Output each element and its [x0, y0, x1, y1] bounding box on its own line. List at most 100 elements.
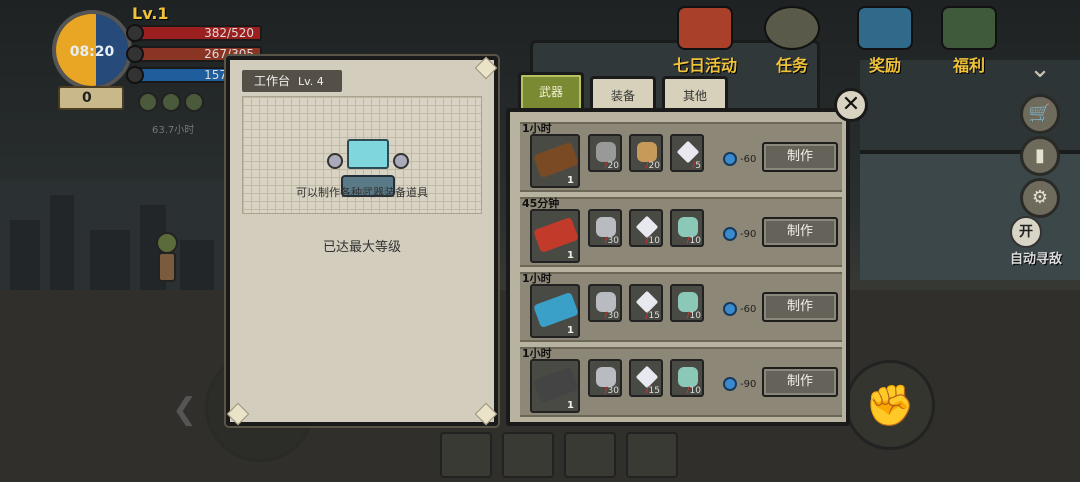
rewards-label: 奖励 [868, 56, 901, 75]
weapon-count: 1 [567, 325, 574, 336]
coin-counter: 0 [58, 86, 124, 110]
pipe-icon [596, 367, 616, 387]
material-slot[interactable]: /15 [629, 359, 663, 397]
material-need: 20 [607, 161, 619, 171]
material-slot[interactable]: /20 [588, 134, 622, 172]
stop-sign-axe-icon [533, 216, 579, 254]
material-slot[interactable]: /10 [670, 209, 704, 247]
seven-day-event-button[interactable]: 七日活动 [670, 6, 740, 76]
material-quantity: /15 [646, 386, 661, 396]
attack-fist-button[interactable]: ✊ [845, 360, 935, 450]
material-quantity: /10 [687, 236, 702, 246]
material-slot[interactable]: /15 [629, 284, 663, 322]
close-button[interactable]: ✕ [834, 88, 868, 122]
energy-cost-value: -60 [740, 154, 757, 165]
material-need: 10 [689, 236, 701, 246]
material-need: 30 [607, 386, 619, 396]
crystal-icon [635, 215, 659, 239]
status-effect-icon[interactable] [161, 92, 181, 112]
material-slot[interactable]: /20 [629, 134, 663, 172]
welfare-button[interactable]: 福利 [936, 6, 1002, 76]
material-slot[interactable]: /30 [588, 284, 622, 322]
material-quantity: /15 [646, 311, 661, 321]
recipe-row: 1小时 1/20/20/5 -60 制作 [520, 122, 842, 192]
crystal-icon [635, 290, 659, 314]
material-slot[interactable]: /30 [588, 209, 622, 247]
recipe-row: 1小时 1/30/15/10 -90 制作 [520, 347, 842, 417]
crystal-icon [635, 365, 659, 389]
material-slot[interactable]: /10 [629, 209, 663, 247]
quick-slot[interactable] [564, 432, 616, 478]
tab-weapons[interactable]: 武器 [518, 72, 584, 110]
material-slot[interactable]: /10 [670, 284, 704, 322]
game-screen: ❮ ✊ 08:20 Lv.1 382/520 267/305 157/160 0… [0, 0, 1080, 482]
shop-cart-icon[interactable]: 🛒 [1020, 94, 1060, 134]
weapon-count: 1 [567, 250, 574, 261]
gift-box-icon [677, 6, 733, 50]
recipe-row: 45分钟 1/30/10/10 -90 制作 [520, 197, 842, 267]
collapse-chevron-icon[interactable]: ⌄ [1020, 52, 1060, 92]
energy-orb-icon [723, 152, 737, 166]
material-quantity: /5 [692, 161, 701, 171]
craft-button[interactable]: 制作 [762, 142, 838, 172]
material-need: 20 [648, 161, 660, 171]
energy-cost: -90 [723, 377, 756, 391]
energy-orb-icon [723, 377, 737, 391]
recipe-weapon-slot[interactable]: 1 [530, 209, 580, 263]
workbench-name: 工作台 [254, 74, 291, 88]
crystal-icon [676, 140, 700, 164]
paper-corner [474, 56, 498, 80]
recipe-weapon-slot[interactable]: 1 [530, 134, 580, 188]
quick-slots [440, 432, 730, 482]
rewards-button[interactable]: 奖励 [852, 6, 918, 76]
material-quantity: /20 [605, 161, 620, 171]
pipe-icon [596, 292, 616, 312]
material-slot[interactable]: /30 [588, 359, 622, 397]
player-character [150, 232, 184, 288]
hp-bar: 382/520 [126, 24, 262, 42]
wood-planks-icon [637, 142, 657, 162]
material-slot[interactable]: /10 [670, 359, 704, 397]
status-effect-icon[interactable] [138, 92, 158, 112]
quick-slot[interactable] [440, 432, 492, 478]
pistol-icon [533, 291, 579, 329]
day-night-clock: 08:20 [52, 10, 132, 90]
home-icon[interactable] [184, 92, 204, 112]
crate-icon [857, 6, 913, 50]
welfare-label: 福利 [952, 56, 985, 75]
material-quantity: /30 [605, 236, 620, 246]
workbench-description: 可以制作各种武器装备道具 [296, 186, 428, 199]
settings-gear-icon[interactable]: ⚙ [1020, 178, 1060, 218]
backpack-icon[interactable]: ▮ [1020, 136, 1060, 176]
survival-time: 63.7小时 [152, 125, 195, 136]
craft-button[interactable]: 制作 [762, 292, 838, 322]
material-need: 10 [689, 311, 701, 321]
background-city [0, 180, 230, 290]
food-icon [126, 45, 144, 63]
recipe-weapon-slot[interactable]: 1 [530, 284, 580, 338]
tasks-button[interactable]: 任务 [762, 6, 822, 76]
energy-orb-icon [723, 302, 737, 316]
auto-seek-toggle[interactable]: 开 [1010, 216, 1042, 248]
craft-button[interactable]: 制作 [762, 367, 838, 397]
energy-cost: -60 [723, 152, 756, 166]
craft-button[interactable]: 制作 [762, 217, 838, 247]
material-slot[interactable]: /5 [670, 134, 704, 172]
arrow-left-icon[interactable]: ❮ [172, 392, 197, 427]
max-level-text: 已达最大等级 [322, 240, 401, 255]
assault-rifle-icon [533, 366, 579, 404]
paper-corner [474, 402, 498, 426]
quick-slot[interactable] [502, 432, 554, 478]
status-icons [138, 92, 207, 116]
gear-parts-icon [596, 142, 616, 162]
workbench-info-panel: 工作台 Lv. 4 可以制作各种武器装备道具 已达最大等级 [226, 56, 498, 426]
material-need: 10 [689, 386, 701, 396]
energy-cost-value: -90 [740, 229, 757, 240]
energy-cost: -60 [723, 302, 756, 316]
quick-slot[interactable] [626, 432, 678, 478]
recipe-weapon-slot[interactable]: 1 [530, 359, 580, 413]
material-quantity: /10 [687, 386, 702, 396]
material-need: 15 [648, 311, 660, 321]
energy-cost-value: -90 [740, 379, 757, 390]
pipe-icon [596, 217, 616, 237]
